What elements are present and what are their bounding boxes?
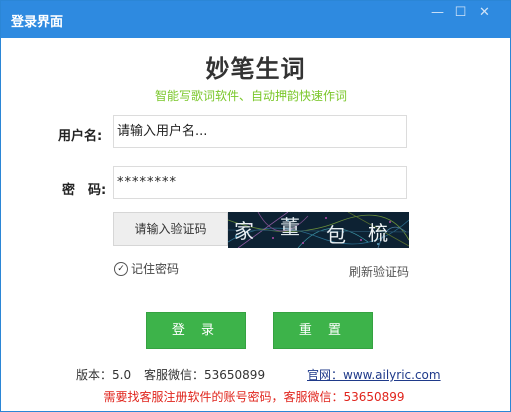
reset-button[interactable]: 重 置 — [273, 312, 373, 349]
username-label: 用户名: — [58, 129, 103, 144]
captcha-image[interactable]: 家 董 包 梳 — [228, 212, 409, 248]
minimize-icon[interactable]: — — [426, 3, 449, 23]
password-label: 密 码: — [62, 183, 107, 198]
registration-notice: 需要找客服注册软件的账号密码，客服微信：53650899 — [103, 390, 405, 404]
captcha-char: 董 — [280, 215, 300, 239]
login-button[interactable]: 登 录 — [146, 312, 246, 349]
login-window: 登录界面 — ☐ ✕ 妙笔生词 智能写歌词软件、自动押韵快速作词 用户名: 请输… — [0, 0, 511, 412]
remember-password-checkbox[interactable]: ✓ 记住密码 — [114, 260, 179, 277]
password-field[interactable]: ******** — [113, 166, 407, 199]
service-wechat-label: 客服微信：53650899 — [144, 368, 266, 382]
window-title: 登录界面 — [11, 15, 64, 30]
title-bar[interactable]: 登录界面 — ☐ ✕ — [1, 1, 510, 38]
app-subtitle: 智能写歌词软件、自动押韵快速作词 — [154, 89, 347, 103]
maximize-icon[interactable]: ☐ — [449, 3, 472, 23]
close-icon[interactable]: ✕ — [473, 3, 496, 23]
remember-password-label: 记住密码 — [131, 262, 180, 276]
captcha-char: 包 — [326, 223, 346, 247]
version-label: 版本：5.0 — [76, 368, 132, 382]
captcha-input[interactable]: 请输入验证码 — [113, 212, 228, 246]
captcha-char: 梳 — [368, 221, 388, 245]
check-circle-icon[interactable]: ✓ — [114, 261, 128, 276]
app-title: 妙笔生词 — [205, 55, 306, 83]
captcha-char: 家 — [234, 219, 254, 243]
website-link[interactable]: 官网：www.ailyric.com — [307, 366, 441, 383]
username-field[interactable]: 请输入用户名... — [113, 115, 407, 148]
refresh-captcha-link[interactable]: 刷新验证码 — [349, 263, 409, 280]
